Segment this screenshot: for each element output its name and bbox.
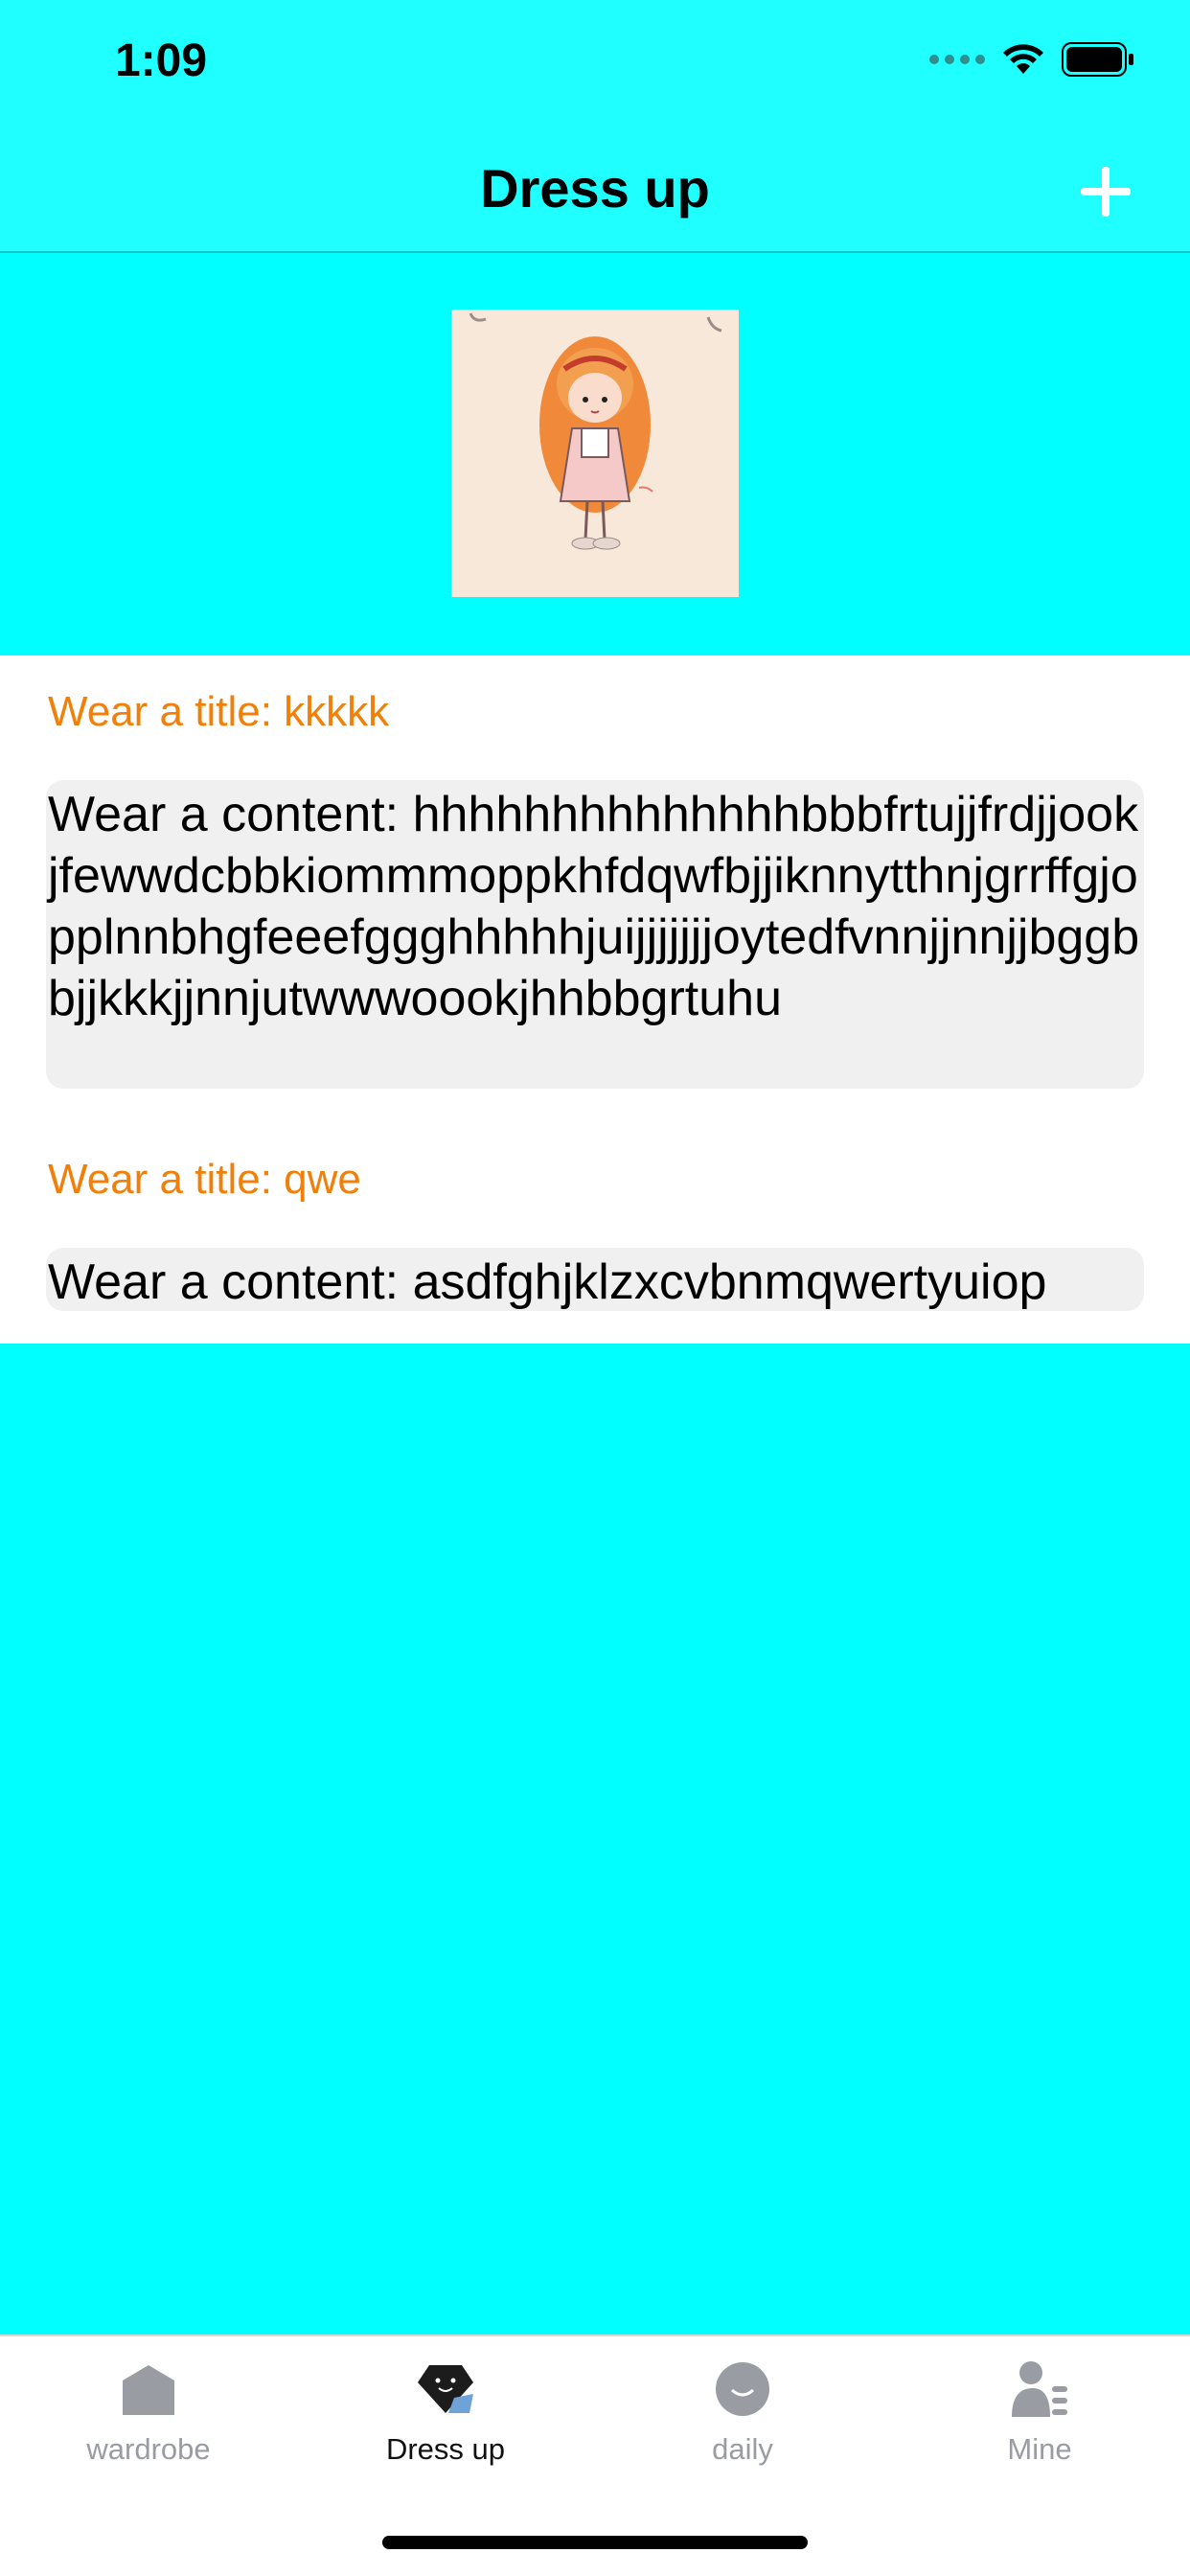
cellular-signal-icon	[929, 55, 985, 64]
smile-icon	[716, 2362, 769, 2416]
tab-mine[interactable]: Mine	[891, 2359, 1188, 2467]
wifi-icon	[1003, 44, 1043, 74]
entry-content[interactable]: Wear a content: asdfghjklzxcvbnmqwertyui…	[46, 1248, 1144, 1311]
tab-daily[interactable]: daily	[594, 2359, 891, 2467]
home-indicator[interactable]	[382, 2536, 808, 2549]
entry-title: Wear a title: kkkkk	[48, 688, 390, 735]
tab-label: daily	[712, 2432, 773, 2466]
avatar-image[interactable]	[451, 310, 739, 597]
status-indicators	[929, 42, 1134, 77]
entry-content[interactable]: Wear a content: hhhhhhhhhhhhhhbbbfrtujjf…	[46, 780, 1144, 1089]
header-section	[0, 253, 1190, 656]
navigation-bar: 1:09 Dress up	[0, 0, 1190, 253]
tab-dress-up[interactable]: Dress up	[297, 2359, 594, 2467]
status-time: 1:09	[115, 35, 208, 86]
diamond-smile-icon	[418, 2365, 473, 2413]
add-button[interactable]	[1071, 157, 1140, 226]
girl-illustration-icon	[451, 310, 739, 597]
house-icon	[123, 2365, 174, 2415]
tab-label: Dress up	[385, 2432, 506, 2466]
person-icon	[1012, 2361, 1067, 2417]
tab-label: Mine	[1007, 2432, 1072, 2466]
battery-icon	[1062, 42, 1133, 77]
tab-wardrobe[interactable]: wardrobe	[0, 2359, 297, 2467]
entry-title: Wear a title: qwe	[48, 1156, 361, 1203]
page-title: Dress up	[480, 158, 710, 218]
outfit-list: Wear a title: kkkkk Wear a content: hhhh…	[0, 656, 1190, 1344]
tab-label: wardrobe	[86, 2432, 211, 2466]
